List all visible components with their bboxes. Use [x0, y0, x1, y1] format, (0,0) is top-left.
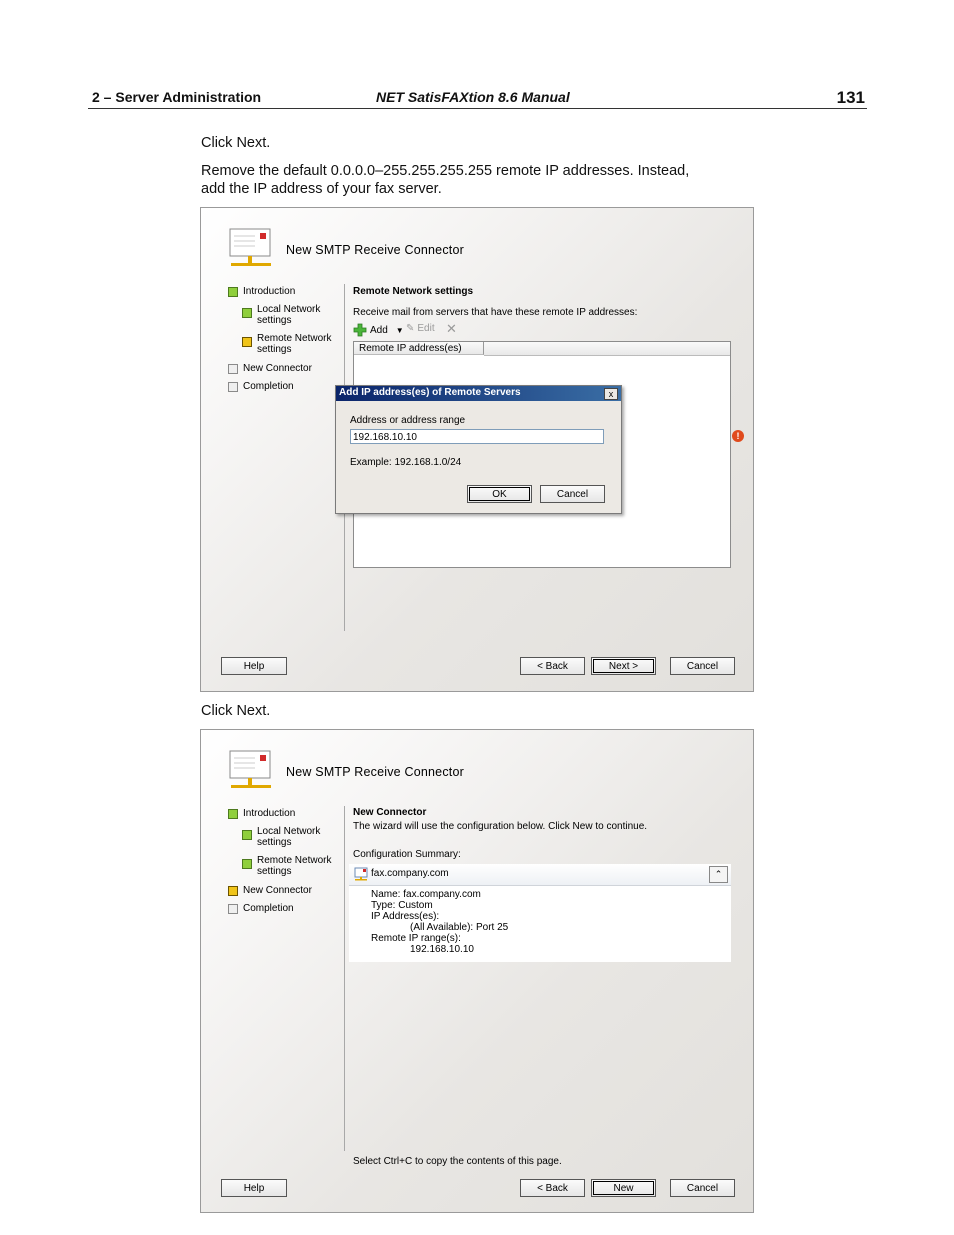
copy-hint: Select Ctrl+C to copy the contents of th… — [353, 1156, 562, 1167]
wizard-divider — [344, 806, 345, 1151]
summary-details: Name: fax.company.com Type: Custom IP Ad… — [349, 886, 731, 962]
ok-button[interactable]: OK — [467, 485, 532, 503]
instruction-click-next-1: Click Next. — [201, 135, 271, 151]
dialog-cancel-button[interactable]: Cancel — [540, 485, 605, 503]
close-icon[interactable]: x — [604, 388, 618, 400]
dialog-title: Add IP address(es) of Remote Servers — [339, 387, 521, 398]
address-range-input[interactable]: 192.168.10.10 — [350, 429, 604, 444]
column-header-remote-ip[interactable]: Remote IP address(es) — [354, 342, 484, 355]
back-button[interactable]: < Back — [520, 657, 585, 675]
section-title: New Connector — [353, 807, 427, 818]
summary-line-ip-value: (All Available): Port 25 — [410, 922, 509, 933]
step-complete-icon — [242, 308, 252, 318]
back-button[interactable]: < Back — [520, 1179, 585, 1197]
step-current-icon — [242, 337, 252, 347]
address-example: Example: 192.168.1.0/24 — [350, 457, 462, 468]
dialog-titlebar: Add IP address(es) of Remote Servers x — [336, 386, 621, 401]
wizard-screenshot-new-connector: New SMTP Receive Connector Introduction … — [200, 729, 754, 1213]
collapse-icon[interactable]: ⌃ — [709, 866, 728, 883]
step-pending-icon — [228, 364, 238, 374]
page-header: 2 – Server Administration NET SatisFAXti… — [88, 88, 867, 109]
step-pending-icon — [228, 382, 238, 392]
page-number: 131 — [836, 88, 865, 107]
add-button[interactable]: Add ▼ — [353, 323, 404, 337]
cancel-button[interactable]: Cancel — [670, 1179, 735, 1197]
step-complete-icon — [228, 809, 238, 819]
summary-line-remote-label: Remote IP range(s): — [371, 933, 461, 944]
step-complete-icon — [242, 859, 252, 869]
error-icon: ! — [732, 430, 744, 442]
step-pending-icon — [228, 904, 238, 914]
wizard-title: New SMTP Receive Connector — [286, 243, 464, 257]
next-button[interactable]: Next > — [591, 657, 656, 675]
summary-line-ip-label: IP Address(es): — [371, 911, 440, 922]
connector-envelope-icon — [229, 750, 271, 788]
column-header-filler — [484, 342, 730, 356]
plus-icon — [353, 323, 367, 337]
summary-item-title: fax.company.com — [371, 868, 449, 879]
step-local-network: Local Network settings — [242, 304, 320, 326]
help-button[interactable]: Help — [221, 657, 287, 675]
summary-header[interactable]: fax.company.com ⌃ — [349, 864, 731, 886]
help-button[interactable]: Help — [221, 1179, 287, 1197]
section-title: Remote Network settings — [353, 286, 474, 297]
summary-line-name: Name: fax.company.com — [371, 889, 481, 900]
summary-line-type: Type: Custom — [371, 900, 433, 911]
step-introduction: Introduction — [228, 286, 295, 297]
step-completion: Completion — [228, 381, 294, 392]
step-complete-icon — [242, 830, 252, 840]
step-complete-icon — [228, 287, 238, 297]
section-description: Receive mail from servers that have thes… — [353, 307, 638, 318]
remove-icon[interactable]: ✕ — [446, 321, 457, 337]
step-local-network: Local Network settings — [242, 826, 320, 848]
connector-envelope-icon — [229, 228, 271, 266]
connector-icon — [354, 867, 368, 881]
step-remote-network: Remote Network settings — [242, 855, 331, 877]
address-field-label: Address or address range — [350, 415, 466, 426]
wizard-title: New SMTP Receive Connector — [286, 765, 464, 779]
wizard-screenshot-remote-network: New SMTP Receive Connector Introduction … — [200, 207, 754, 692]
step-current-icon — [228, 886, 238, 896]
instruction-remove-default-line2: add the IP address of your fax server. — [201, 181, 442, 197]
add-ip-dialog: Add IP address(es) of Remote Servers x A… — [335, 385, 622, 514]
instruction-remove-default-line1: Remove the default 0.0.0.0–255.255.255.2… — [201, 163, 690, 179]
summary-label: Configuration Summary: — [353, 849, 461, 860]
section-description: The wizard will use the configuration be… — [353, 821, 648, 832]
instruction-click-next-2: Click Next. — [201, 703, 271, 719]
step-introduction: Introduction — [228, 808, 295, 819]
summary-line-remote-value: 192.168.10.10 — [410, 944, 474, 955]
new-button[interactable]: New — [591, 1179, 656, 1197]
add-dropdown-arrow-icon: ▼ — [395, 325, 404, 335]
edit-button[interactable]: ✎ Edit — [406, 323, 435, 334]
step-remote-network: Remote Network settings — [242, 333, 331, 355]
manual-title: NET SatisFAXtion 8.6 Manual — [376, 89, 570, 105]
cancel-button[interactable]: Cancel — [670, 657, 735, 675]
chapter-title: 2 – Server Administration — [92, 89, 262, 105]
step-new-connector: New Connector — [228, 885, 312, 896]
pencil-icon: ✎ — [406, 323, 415, 334]
step-completion: Completion — [228, 903, 294, 914]
step-new-connector: New Connector — [228, 363, 312, 374]
